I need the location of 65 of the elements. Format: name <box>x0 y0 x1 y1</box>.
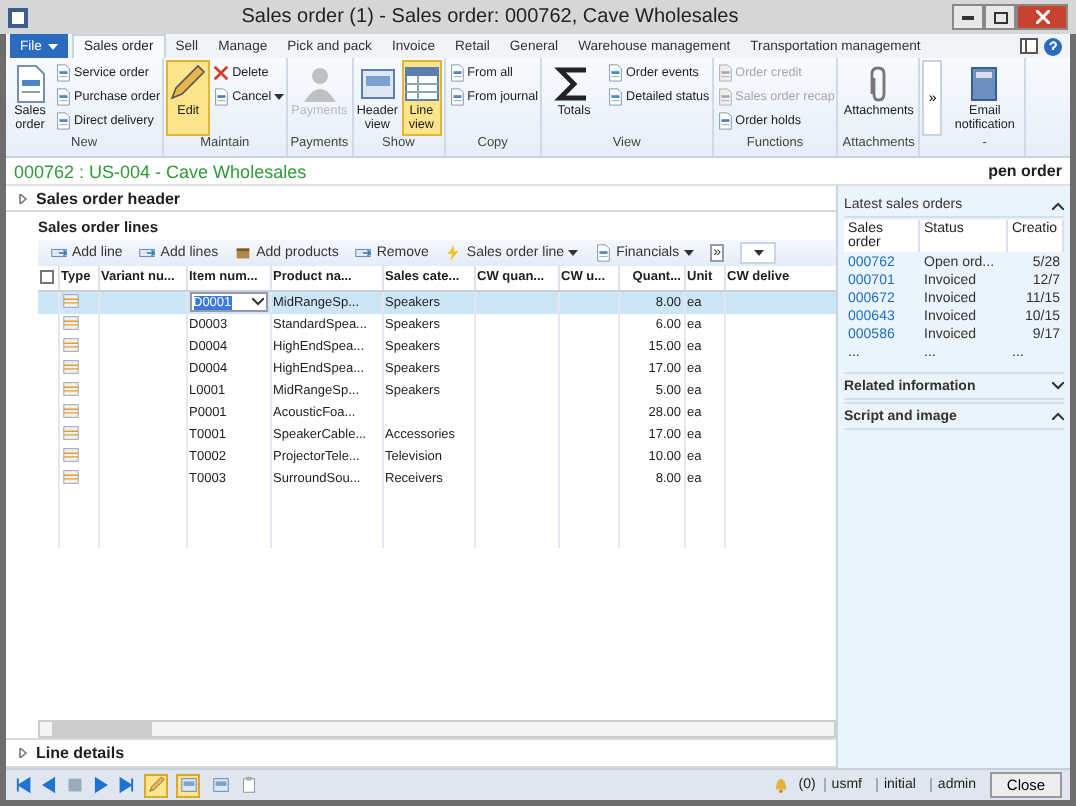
collapse-icon[interactable] <box>1052 201 1064 209</box>
rows-icon <box>61 401 79 419</box>
order-title: 000762 : US-004 - Cave Wholesales <box>14 161 307 181</box>
caret-icon <box>251 298 263 306</box>
section-header[interactable]: Sales order header <box>6 186 836 212</box>
document-icon <box>54 64 72 82</box>
edit-mode-button[interactable] <box>144 773 168 797</box>
maximize-icon <box>993 11 1007 23</box>
rows-icon <box>61 467 79 485</box>
document-icon <box>447 64 466 82</box>
caret-icon <box>273 94 284 100</box>
clipboard-icon <box>240 776 258 794</box>
toolbar-dropdown[interactable] <box>740 242 777 264</box>
document-icon <box>715 112 734 130</box>
lightning-icon <box>444 244 463 262</box>
expand-icon[interactable] <box>1052 382 1064 390</box>
pencil-icon <box>147 776 165 794</box>
maximize-button[interactable] <box>984 4 1016 30</box>
document-icon <box>54 112 72 130</box>
window-title: Sales order (1) - Sales order: 000762, Cave Wholesales <box>239 6 741 28</box>
pencil-icon <box>168 64 209 104</box>
person-icon <box>299 64 340 104</box>
rows-icon <box>61 379 79 397</box>
rows-icon <box>61 313 79 331</box>
cross-icon <box>212 64 231 82</box>
select-all-checkbox[interactable] <box>40 270 54 285</box>
next-record-icon[interactable] <box>92 776 110 794</box>
minimize-icon <box>962 15 974 19</box>
rows-icon <box>61 357 79 375</box>
section-header[interactable]: Line details <box>6 738 836 768</box>
horizontal-scrollbar[interactable] <box>38 720 836 738</box>
rows-icon <box>61 335 79 353</box>
order-status: pen order <box>988 162 1062 180</box>
caret-icon <box>753 250 764 256</box>
close-button[interactable] <box>1016 4 1068 30</box>
app-icon <box>8 7 28 27</box>
help-icon[interactable] <box>1044 38 1062 56</box>
minimize-button[interactable] <box>952 4 984 30</box>
previous-record-icon[interactable] <box>40 776 58 794</box>
document-icon <box>715 88 734 106</box>
collapse-icon[interactable] <box>1052 412 1064 420</box>
caret-icon <box>683 250 694 256</box>
panel-icon[interactable] <box>1020 38 1038 54</box>
document-icon <box>606 88 625 106</box>
section-title: Sales order header <box>36 189 181 207</box>
document-icon <box>54 88 72 106</box>
first-record-icon[interactable] <box>14 776 32 794</box>
document-icon <box>594 244 613 262</box>
document-icon <box>447 88 466 106</box>
section-title: Line details <box>36 744 125 762</box>
last-record-icon[interactable] <box>118 776 136 794</box>
rows-icon <box>61 445 79 463</box>
document-icon <box>715 64 734 82</box>
rows-icon <box>61 423 79 441</box>
window-icon <box>357 64 398 104</box>
view-toggle-button[interactable] <box>176 773 200 797</box>
document-icon <box>606 64 625 82</box>
view-toggle-button[interactable] <box>208 773 232 797</box>
box-icon <box>234 244 253 262</box>
caret-icon <box>47 43 58 49</box>
document-icon <box>212 88 231 106</box>
caret-icon <box>568 250 579 256</box>
rows-icon <box>61 291 79 309</box>
bell-icon <box>772 776 791 794</box>
close-icon <box>1035 10 1049 24</box>
